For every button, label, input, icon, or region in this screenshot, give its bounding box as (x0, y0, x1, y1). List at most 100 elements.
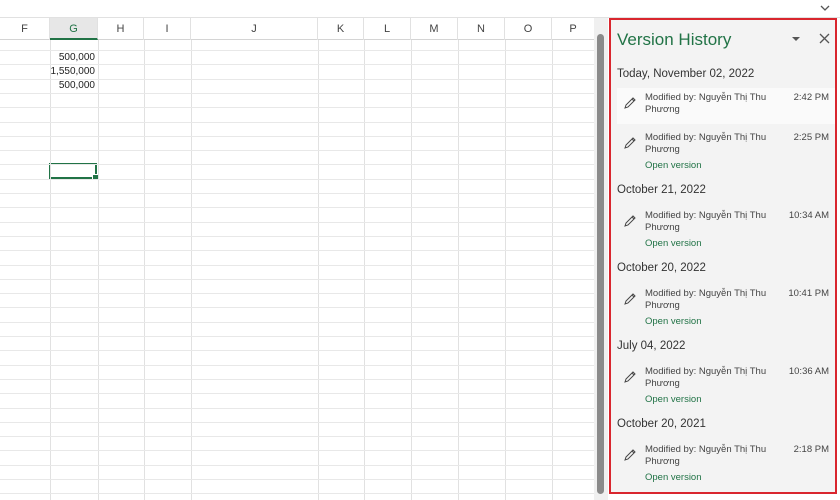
modified-by-text: Modified by: Nguyễn Thị Thu Phương (645, 366, 767, 389)
grid-row-line (0, 265, 594, 266)
column-header-m[interactable]: M (411, 18, 458, 40)
version-time: 2:18 PM (793, 444, 829, 455)
column-header-l[interactable]: L (364, 18, 411, 40)
grid-row-line (0, 50, 594, 51)
version-date-heading: October 20, 2021 (617, 418, 706, 430)
version-entry[interactable]: Modified by: Nguyễn Thị Thu Phương 2:18 … (617, 440, 835, 488)
grid-column-line (552, 40, 553, 500)
grid-column-line (191, 40, 192, 500)
grid-row-line (0, 136, 594, 137)
grid-row-line (0, 393, 594, 394)
grid-row-line (0, 450, 594, 451)
grid-column-line (50, 40, 51, 500)
grid-row-line (0, 422, 594, 423)
version-time: 10:36 AM (788, 366, 829, 377)
grid-row-line (0, 336, 594, 337)
selected-cell[interactable] (49, 163, 99, 181)
grid-row-line (0, 493, 594, 494)
cell-g2[interactable]: 1,550,000 (49, 65, 96, 79)
version-history-pane: Version History Today, November 02, 2022… (609, 18, 837, 494)
modified-by-text: Modified by: Nguyễn Thị Thu Phương (645, 210, 767, 233)
pencil-icon (624, 137, 636, 149)
grid-row-line (0, 465, 594, 466)
grid-row-line (0, 193, 594, 194)
version-entry[interactable]: Modified by: Nguyễn Thị Thu Phương 10:34… (617, 206, 835, 254)
grid-row-line (0, 250, 594, 251)
grid-row-line (0, 279, 594, 280)
modified-by-text: Modified by: Nguyễn Thị Thu Phương (645, 444, 767, 467)
grid-row-line (0, 479, 594, 480)
cell-g1[interactable]: 500,000 (49, 51, 95, 65)
column-header-g[interactable]: G (50, 18, 98, 40)
grid-row-line (0, 222, 594, 223)
column-header-j[interactable]: J (191, 18, 318, 40)
column-header-o[interactable]: O (505, 18, 552, 40)
grid-row-line (0, 436, 594, 437)
chevron-down-icon[interactable] (818, 1, 832, 15)
grid-row-line (0, 236, 594, 237)
pencil-icon (624, 293, 636, 305)
grid-row-line (0, 179, 594, 180)
grid-row-line (0, 164, 594, 165)
column-headers: F G H I J K L M N O P (0, 18, 594, 40)
spreadsheet-grid: F G H I J K L M N O P 500,000 1,550,000 … (0, 18, 594, 500)
top-strip (0, 0, 840, 18)
column-header-i[interactable]: I (144, 18, 191, 40)
scrollbar-thumb[interactable] (597, 34, 604, 494)
open-version-link[interactable]: Open version (645, 394, 702, 405)
open-version-link[interactable]: Open version (645, 316, 702, 327)
version-time: 10:34 AM (788, 210, 829, 221)
pencil-icon (624, 215, 636, 227)
grid-row-line (0, 207, 594, 208)
pencil-icon (624, 449, 636, 461)
version-time: 2:25 PM (793, 132, 829, 143)
grid-row-line (0, 64, 594, 65)
grid-column-line (364, 40, 365, 500)
grid-row-line (0, 150, 594, 151)
pencil-icon (624, 97, 636, 109)
open-version-link[interactable]: Open version (645, 238, 702, 249)
open-version-link[interactable]: Open version (645, 472, 702, 483)
cell-g3[interactable]: 500,000 (49, 79, 95, 93)
column-header-p[interactable]: P (552, 18, 594, 40)
grid-row-line (0, 107, 594, 108)
column-header-h[interactable]: H (98, 18, 144, 40)
grid-column-line (144, 40, 145, 500)
column-header-n[interactable]: N (458, 18, 505, 40)
grid-row-line (0, 293, 594, 294)
open-version-link[interactable]: Open version (645, 160, 702, 171)
cell-area[interactable]: 500,000 1,550,000 500,000 (0, 40, 594, 500)
modified-by-text: Modified by: Nguyễn Thị Thu Phương (645, 132, 767, 155)
grid-row-line (0, 365, 594, 366)
grid-column-line (98, 40, 99, 500)
grid-row-line (0, 79, 594, 80)
grid-column-line (318, 40, 319, 500)
vertical-scrollbar[interactable] (594, 18, 608, 500)
version-entry[interactable]: Modified by: Nguyễn Thị Thu Phương 2:25 … (617, 128, 835, 176)
grid-row-line (0, 322, 594, 323)
grid-column-line (411, 40, 412, 500)
grid-row-line (0, 307, 594, 308)
column-header-f[interactable]: F (0, 18, 50, 40)
grid-column-line (505, 40, 506, 500)
version-date-heading: Today, November 02, 2022 (617, 68, 755, 80)
modified-by-text: Modified by: Nguyễn Thị Thu Phương (645, 288, 767, 311)
version-entry[interactable]: Modified by: Nguyễn Thị Thu Phương 10:36… (617, 362, 835, 410)
grid-row-line (0, 379, 594, 380)
version-date-heading: October 21, 2022 (617, 184, 706, 196)
grid-row-line (0, 350, 594, 351)
grid-row-line (0, 122, 594, 123)
grid-row-line (0, 93, 594, 94)
version-date-heading: July 04, 2022 (617, 340, 686, 352)
dropdown-triangle-icon[interactable] (791, 34, 801, 44)
grid-column-line (458, 40, 459, 500)
pane-title: Version History (617, 30, 732, 49)
version-time: 2:42 PM (793, 92, 829, 103)
version-date-heading: October 20, 2022 (617, 262, 706, 274)
version-entry[interactable]: Modified by: Nguyễn Thị Thu Phương 10:41… (617, 284, 835, 332)
version-entry[interactable]: Modified by: Nguyễn Thị Thu Phương 2:42 … (617, 88, 835, 124)
close-icon[interactable] (819, 33, 830, 44)
column-header-k[interactable]: K (318, 18, 364, 40)
grid-row-line (0, 408, 594, 409)
modified-by-text: Modified by: Nguyễn Thị Thu Phương (645, 92, 767, 115)
